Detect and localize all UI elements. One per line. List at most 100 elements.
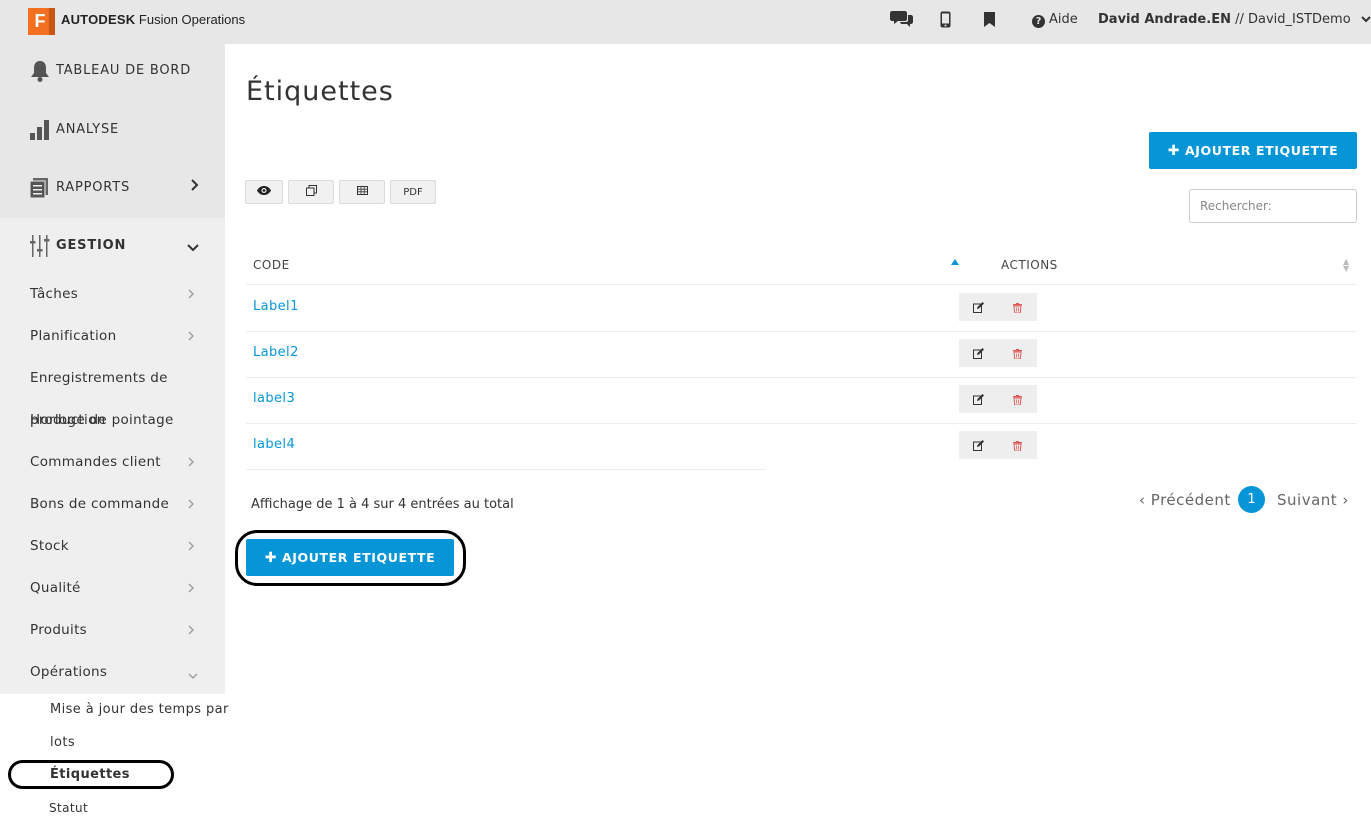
mobile-icon[interactable] (940, 11, 951, 32)
chevron-down-icon (1361, 12, 1371, 27)
sidebar-item-taches[interactable]: Tâches (0, 286, 225, 328)
chevron-right-icon: › (1337, 491, 1349, 509)
sidebar-item-commandes-client[interactable]: Commandes client (0, 454, 225, 496)
edit-button[interactable] (959, 293, 998, 321)
add-label-button-top[interactable]: ✚ AJOUTER ETIQUETTE (1149, 132, 1357, 169)
add-label-button-bottom[interactable]: ✚ AJOUTER ETIQUETTE (246, 539, 454, 576)
column-header-code[interactable]: CODE (253, 258, 290, 272)
trash-icon (1013, 436, 1022, 455)
report-icon (29, 178, 48, 202)
sidebar-label: Commandes client (30, 454, 161, 470)
button-label: AJOUTER ETIQUETTE (282, 550, 436, 565)
sidebar-label: RAPPORTS (56, 180, 130, 195)
sort-asc-icon[interactable] (951, 259, 959, 265)
delete-button[interactable] (998, 293, 1037, 321)
chevron-right-icon (188, 498, 194, 512)
fusion-logo[interactable]: F (28, 8, 55, 35)
edit-button[interactable] (959, 339, 998, 367)
user-menu[interactable]: David Andrade.EN // David_ISTDemo (1098, 12, 1371, 27)
chevron-right-icon (191, 179, 199, 195)
next-label: Suivant (1277, 491, 1338, 509)
column-visibility-button[interactable] (245, 180, 283, 204)
highlight-oval-sidebar (8, 760, 174, 789)
submenu-item-mise-a-jour[interactable]: Mise à jour des temps par (50, 702, 229, 717)
edit-icon (973, 436, 984, 455)
chevron-right-icon (188, 288, 194, 302)
sidebar-item-horloge[interactable]: Horloge de pointage (0, 412, 225, 454)
column-header-actions[interactable]: ACTIONS (1001, 258, 1058, 272)
top-bar: F AUTODESK Fusion Operations ? Aide David… (0, 0, 1371, 44)
chevron-right-icon (188, 456, 194, 470)
delete-button[interactable] (998, 339, 1037, 367)
submenu-item-lots[interactable]: lots (50, 735, 75, 750)
brand-bold: AUTODESK (61, 12, 136, 27)
label-code-link[interactable]: label3 (253, 391, 295, 406)
sidebar-item-qualite[interactable]: Qualité (0, 580, 225, 622)
logo-letter: F (34, 11, 46, 31)
sidebar: TABLEAU DE BORD ANALYSE RAPPORTS GESTION… (0, 44, 225, 694)
delete-button[interactable] (998, 431, 1037, 459)
edit-button[interactable] (959, 385, 998, 413)
sort-both-icon[interactable]: ▲ ▼ (1343, 258, 1349, 273)
sidebar-item-gestion[interactable]: GESTION (0, 218, 225, 276)
sidebar-label: Planification (30, 328, 117, 344)
pdf-export-button[interactable]: PDF (390, 180, 436, 204)
edit-icon (973, 344, 984, 363)
chat-icon[interactable] (890, 10, 914, 32)
pagination-page-1[interactable]: 1 (1238, 486, 1265, 513)
sidebar-item-planification[interactable]: Planification (0, 328, 225, 370)
row-divider (246, 331, 1357, 332)
help-link[interactable]: ? Aide (1032, 12, 1078, 28)
chevron-right-icon (188, 540, 194, 554)
excel-export-button[interactable] (339, 180, 385, 204)
sidebar-item-analyse[interactable]: ANALYSE (0, 102, 225, 160)
label-code-link[interactable]: Label2 (253, 345, 299, 360)
sidebar-label: Qualité (30, 580, 81, 596)
delete-button[interactable] (998, 385, 1037, 413)
page-title: Étiquettes (246, 76, 394, 107)
sidebar-label: GESTION (56, 238, 127, 253)
row-divider (246, 469, 766, 470)
trash-icon (1013, 344, 1022, 363)
button-label: AJOUTER ETIQUETTE (1185, 143, 1339, 158)
chevron-right-icon (188, 624, 194, 638)
bookmark-icon[interactable] (984, 12, 995, 31)
chevron-down-icon (187, 240, 199, 256)
edit-icon (973, 298, 984, 317)
sidebar-label: Tâches (30, 286, 79, 302)
sidebar-label: Enregistrements de (30, 370, 168, 386)
pagination-next[interactable]: Suivant › (1277, 491, 1349, 509)
table-info: Affichage de 1 à 4 sur 4 entrées au tota… (251, 497, 514, 512)
user-name: David Andrade.EN (1098, 12, 1231, 27)
pagination-previous[interactable]: ‹ Précédent (1139, 491, 1231, 509)
label-code-link[interactable]: label4 (253, 437, 295, 452)
label-code-link[interactable]: Label1 (253, 299, 299, 314)
row-divider (246, 423, 1357, 424)
edit-button[interactable] (959, 431, 998, 459)
table-icon (356, 186, 368, 198)
sidebar-item-produits[interactable]: Produits (0, 622, 225, 664)
sidebar-label: Produits (30, 622, 88, 638)
sidebar-item-bons-de-commande[interactable]: Bons de commande (0, 496, 225, 538)
plus-icon: ✚ (264, 549, 278, 566)
sidebar-item-enregistrements[interactable]: Enregistrements de (0, 370, 225, 412)
search-input[interactable] (1189, 189, 1357, 223)
sidebar-item-stock[interactable]: Stock (0, 538, 225, 580)
plus-icon: ✚ (1167, 142, 1181, 159)
sidebar-label: Bons de commande (30, 496, 170, 512)
copy-icon (305, 185, 317, 199)
eye-icon (257, 186, 271, 198)
sidebar-item-tableau-de-bord[interactable]: TABLEAU DE BORD (0, 44, 225, 102)
chevron-right-icon (188, 330, 194, 344)
sidebar-label: Horloge de pointage (30, 412, 174, 428)
submenu-item-statut[interactable]: Statut (49, 801, 88, 815)
chevron-down-icon (188, 668, 198, 682)
chevron-right-icon (188, 582, 194, 596)
sidebar-item-rapports[interactable]: RAPPORTS (0, 160, 225, 218)
row-divider (246, 377, 1357, 378)
sidebar-label: ANALYSE (56, 122, 120, 137)
row-divider (246, 284, 1357, 285)
trash-icon (1013, 390, 1022, 409)
help-label: Aide (1049, 12, 1078, 27)
copy-button[interactable] (288, 180, 334, 204)
